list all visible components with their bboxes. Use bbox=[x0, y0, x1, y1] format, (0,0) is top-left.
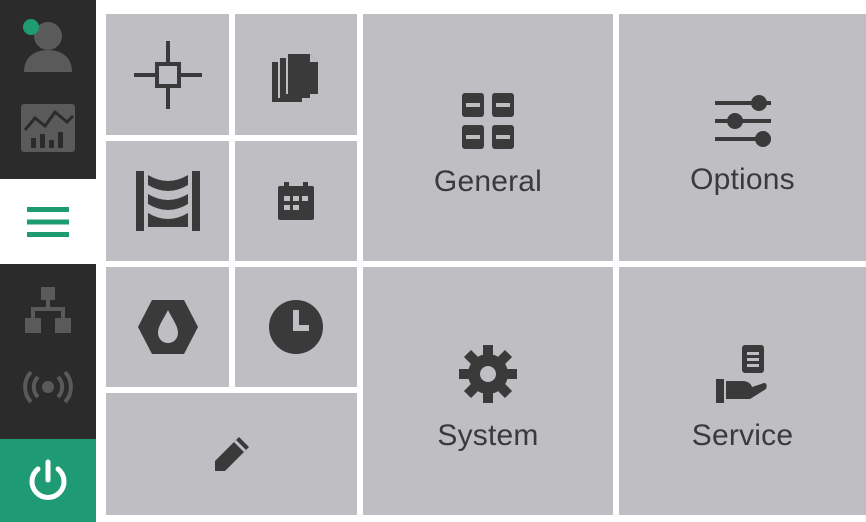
tile-hex-drop[interactable] bbox=[106, 267, 229, 387]
tile-options-label: Options bbox=[690, 162, 795, 196]
calendar-icon bbox=[278, 182, 314, 220]
sidebar-item-user[interactable] bbox=[0, 8, 96, 80]
tile-pencil[interactable] bbox=[106, 393, 357, 515]
sidebar-item-chart[interactable] bbox=[0, 92, 96, 164]
broadcast-icon bbox=[23, 370, 73, 404]
tile-general[interactable]: General bbox=[363, 14, 613, 261]
tile-calendar[interactable] bbox=[235, 141, 357, 261]
tile-service[interactable]: Service bbox=[619, 267, 866, 515]
sidebar-item-menu[interactable] bbox=[0, 179, 96, 264]
sliders-icon bbox=[714, 94, 771, 147]
hex-drop-icon bbox=[137, 300, 198, 354]
tile-options[interactable]: Options bbox=[619, 14, 866, 261]
sidebar bbox=[0, 0, 96, 522]
clock-icon bbox=[269, 300, 323, 354]
power-button[interactable] bbox=[0, 439, 96, 522]
tile-crosshair[interactable] bbox=[106, 14, 229, 135]
status-dot bbox=[23, 19, 39, 35]
tile-service-label: Service bbox=[691, 419, 794, 452]
sidebar-top-group bbox=[0, 0, 96, 179]
sidebar-bottom-group bbox=[0, 264, 96, 439]
user-status-icon bbox=[23, 19, 72, 72]
hamburger-menu-icon bbox=[27, 206, 69, 237]
crosshair-icon bbox=[133, 40, 202, 109]
tile-system-label: System bbox=[437, 419, 539, 452]
tile-roller[interactable] bbox=[106, 141, 229, 261]
power-icon bbox=[29, 459, 67, 500]
chart-monitor-icon bbox=[21, 104, 75, 152]
network-icon bbox=[25, 287, 71, 333]
sidebar-item-broadcast[interactable] bbox=[0, 352, 96, 422]
general-grid-icon bbox=[462, 92, 514, 149]
tile-general-label: General bbox=[433, 164, 543, 198]
gear-icon bbox=[459, 345, 517, 403]
documents-icon bbox=[272, 51, 318, 102]
sidebar-item-network[interactable] bbox=[0, 270, 96, 350]
service-hand-icon bbox=[715, 345, 767, 403]
tile-documents[interactable] bbox=[235, 14, 357, 135]
tile-system[interactable]: System bbox=[363, 267, 613, 515]
pencil-icon bbox=[214, 437, 249, 471]
roller-icon bbox=[135, 171, 200, 231]
tile-clock[interactable] bbox=[235, 267, 357, 387]
